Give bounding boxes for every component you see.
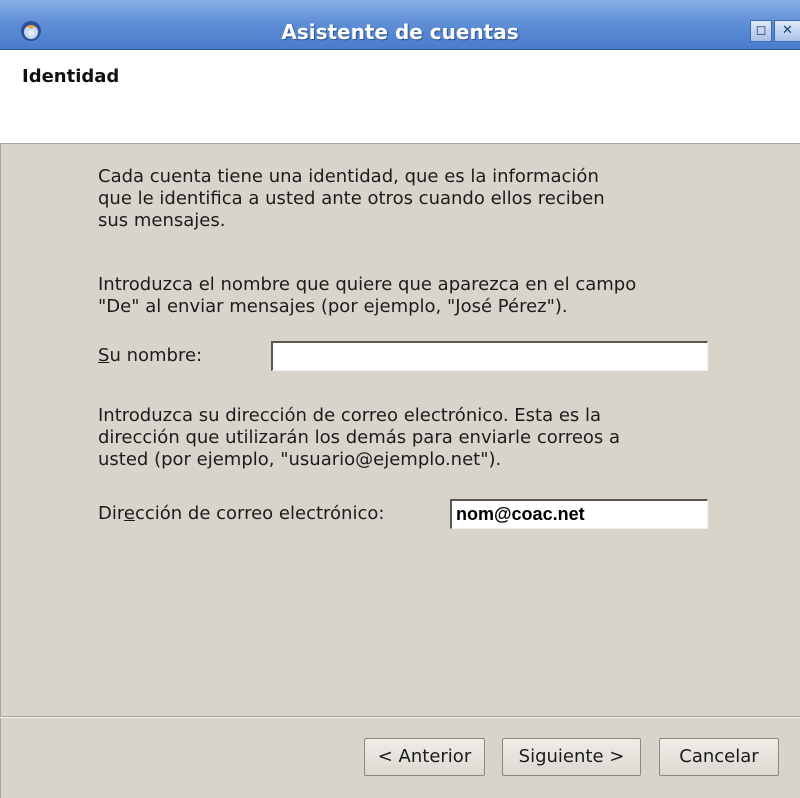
- page-title: Identidad: [22, 66, 120, 87]
- next-button[interactable]: Siguiente >: [502, 738, 641, 776]
- name-input[interactable]: [271, 341, 708, 371]
- wizard-header: [0, 50, 800, 144]
- email-input[interactable]: [450, 499, 708, 529]
- name-help-text: Introduzca el nombre que quiere que apar…: [98, 274, 738, 318]
- intro-text: Cada cuenta tiene una identidad, que es …: [98, 166, 738, 232]
- cancel-button[interactable]: Cancelar: [659, 738, 779, 776]
- window-title: Asistente de cuentas: [281, 20, 519, 44]
- intro-line-1: Cada cuenta tiene una identidad, que es …: [98, 166, 599, 187]
- back-button[interactable]: < Anterior: [364, 738, 485, 776]
- email-label: Dirección de correo electrónico:: [98, 503, 384, 524]
- name-help-line-2: "De" al enviar mensajes (por ejemplo, "J…: [98, 296, 568, 317]
- window-border: [0, 144, 1, 798]
- close-icon[interactable]: ✕: [774, 20, 800, 42]
- email-help-line-2: dirección que utilizarán los demás para …: [98, 427, 621, 448]
- name-label-accel: S: [98, 345, 110, 366]
- email-label-post: cción de correo electrónico:: [134, 503, 385, 524]
- title-bar[interactable]: Asistente de cuentas ◻ ✕: [0, 0, 800, 50]
- email-help-text: Introduzca su dirección de correo electr…: [98, 405, 738, 471]
- button-divider: [0, 716, 800, 718]
- intro-line-2: que le identifica a usted ante otros cua…: [98, 188, 605, 209]
- email-help-line-1: Introduzca su dirección de correo electr…: [98, 405, 602, 426]
- name-label-text: u nombre:: [109, 345, 203, 366]
- email-help-line-3: usted (por ejemplo, "usuario@ejemplo.net…: [98, 449, 502, 470]
- maximize-icon[interactable]: ◻: [750, 20, 772, 42]
- email-label-pre: Dir: [98, 503, 124, 524]
- intro-line-3: sus mensajes.: [98, 210, 226, 231]
- name-label: Su nombre:: [98, 345, 202, 366]
- name-help-line-1: Introduzca el nombre que quiere que apar…: [98, 274, 637, 295]
- email-label-accel: e: [123, 503, 135, 524]
